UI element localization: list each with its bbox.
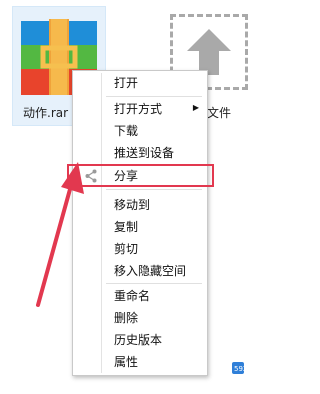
menu-item-label: 打开	[114, 76, 139, 90]
menu-separator	[106, 189, 202, 190]
watermark-text: 592下载网	[234, 364, 264, 373]
menu-item-label: 推送到设备	[114, 146, 175, 160]
submenu-arrow-icon: ▶	[192, 103, 199, 112]
menu-item-open-with[interactable]: 打开方式 ▶	[73, 99, 207, 119]
menu-item-label: 重命名	[114, 289, 151, 303]
menu-item-label: 打开方式	[114, 102, 163, 116]
menu-item-label: 移入隐藏空间	[114, 264, 187, 278]
share-highlight-box	[67, 164, 214, 187]
upload-tile-label: 文件	[207, 106, 232, 120]
red-pointer-arrow	[36, 162, 84, 307]
menu-item-move-to-hidden-space[interactable]: 移入隐藏空间	[73, 261, 207, 281]
watermark-logo: 592下载网	[232, 362, 264, 374]
menu-item-cut[interactable]: 剪切	[73, 239, 207, 259]
menu-item-label: 下载	[114, 124, 139, 138]
menu-item-download[interactable]: 下载	[73, 121, 207, 141]
menu-item-label: 历史版本	[114, 333, 163, 347]
context-menu: 打开 打开方式 ▶ 下载 推送到设备 分享 移动到 复制 剪切 移入隐藏空间 重…	[72, 70, 208, 376]
menu-item-label: 移动到	[114, 198, 151, 212]
menu-item-history-versions[interactable]: 历史版本	[73, 330, 207, 350]
menu-item-move-to[interactable]: 移动到	[73, 195, 207, 215]
menu-item-delete[interactable]: 删除	[73, 308, 207, 328]
menu-item-label: 复制	[114, 220, 139, 234]
menu-item-properties[interactable]: 属性	[73, 352, 207, 372]
menu-item-label: 属性	[114, 355, 139, 369]
menu-item-label: 剪切	[114, 242, 139, 256]
menu-item-copy[interactable]: 复制	[73, 217, 207, 237]
menu-separator	[106, 96, 202, 97]
menu-item-label: 删除	[114, 311, 139, 325]
menu-item-push-to-device[interactable]: 推送到设备	[73, 143, 207, 163]
menu-item-open[interactable]: 打开	[73, 73, 207, 93]
menu-separator	[106, 283, 202, 284]
menu-item-rename[interactable]: 重命名	[73, 286, 207, 306]
